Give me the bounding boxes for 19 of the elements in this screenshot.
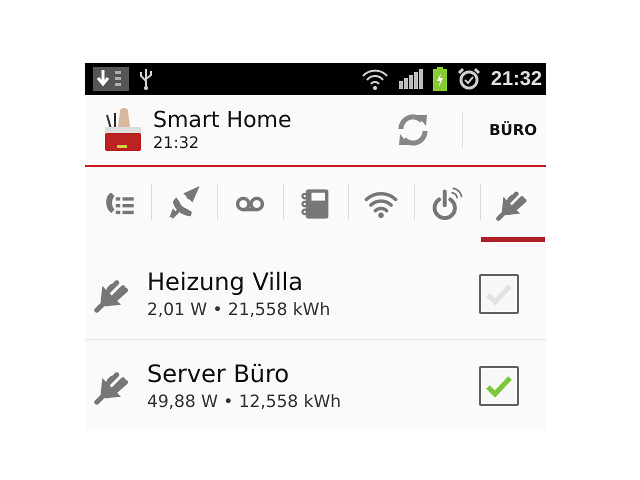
update-time: 21:32 (153, 133, 200, 152)
refresh-icon[interactable] (396, 112, 430, 148)
energy-reading: 2,01 W • 21,558 kWh (147, 300, 332, 320)
battery-icon (432, 67, 447, 91)
signal-icon (398, 69, 423, 89)
download-icon (93, 67, 129, 91)
clock-time: 21:32 (490, 68, 542, 90)
checkmark-icon (485, 374, 513, 398)
profile-button[interactable]: BÜRO (473, 95, 546, 165)
usb-icon (139, 67, 153, 91)
alarm-clock-icon (456, 67, 481, 91)
app-title: Smart Home (153, 108, 293, 133)
device-name: Server Büro (147, 360, 290, 388)
wifi-icon (360, 68, 389, 90)
energy-reading: 49,88 W • 12,558 kWh (147, 392, 342, 412)
device-name: Heizung Villa (147, 268, 304, 296)
checkbox[interactable] (479, 274, 519, 314)
checkbox[interactable] (479, 366, 519, 406)
router-icon (103, 107, 143, 153)
